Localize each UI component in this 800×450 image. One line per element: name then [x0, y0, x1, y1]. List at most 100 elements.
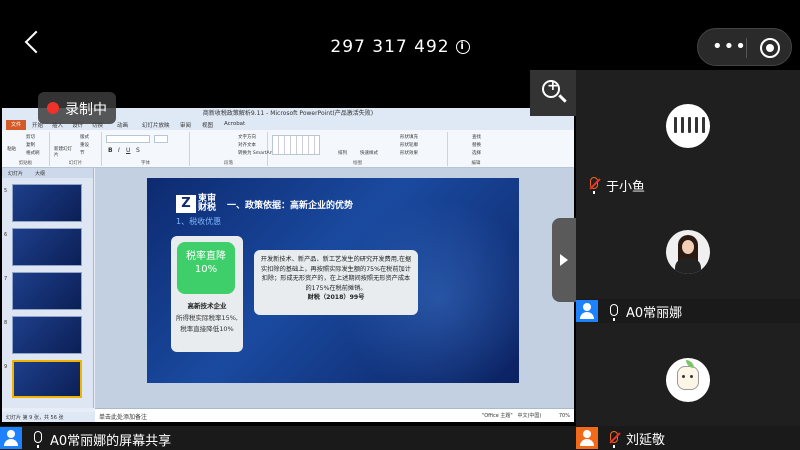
- text-direction-button[interactable]: 文字方向: [238, 134, 256, 140]
- format-painter-button[interactable]: 格式刷: [26, 150, 40, 156]
- group-label: 绘图: [353, 161, 362, 166]
- arrange-button[interactable]: 排列: [338, 150, 347, 156]
- badge-line-2: 10%: [194, 264, 218, 275]
- close-miniprogram-icon[interactable]: [760, 38, 780, 58]
- current-slide[interactable]: Z 柬审财税 一、政策依据：高新企业的优势 1、税收优惠 税率直降 10% 高新…: [147, 178, 519, 383]
- new-slide-button[interactable]: 新建幻灯片: [54, 146, 74, 158]
- tab-file[interactable]: 文件: [6, 120, 26, 130]
- shape-fill-button[interactable]: 形状填充: [400, 134, 418, 140]
- shape-effects-button[interactable]: 形状效果: [400, 150, 418, 156]
- tab-slides[interactable]: 幻灯片: [2, 168, 29, 179]
- slide-thumbnail[interactable]: [12, 228, 82, 266]
- powerpoint-window: 商新收税政策解析9.11 - Microsoft PowerPoint(产品激活…: [2, 108, 574, 422]
- collapse-panel-button[interactable]: [552, 218, 576, 302]
- participant-name: A0常丽娜: [626, 306, 683, 321]
- recording-label: 录制中: [65, 102, 107, 118]
- avatar-figure: [688, 117, 691, 133]
- quick-styles-button[interactable]: 快速样式: [360, 150, 378, 156]
- woman-photo-avatar[interactable]: [666, 230, 710, 274]
- thumbnail-number: 6: [4, 232, 8, 238]
- font-name-select[interactable]: [106, 135, 150, 143]
- tab-outline[interactable]: 大纲: [29, 168, 51, 179]
- slide-edit-area: Z 柬审财税 一、政策依据：高新企业的优势 1、税收优惠 税率直降 10% 高新…: [95, 168, 574, 408]
- slide-thumbnail[interactable]: [12, 184, 82, 222]
- shapes-gallery[interactable]: [272, 135, 320, 155]
- card-line-2: 税率直接降低10%: [180, 325, 234, 333]
- more-menu-icon[interactable]: •••: [712, 38, 747, 56]
- slide-heading: 一、政策依据：高新企业的优势: [227, 201, 354, 211]
- tab-slideshow[interactable]: 幻灯片放映: [142, 121, 170, 129]
- participant-name: 于小鱼: [606, 180, 646, 195]
- paste-button[interactable]: 粘贴: [7, 146, 16, 152]
- tab-view[interactable]: 视图: [202, 121, 213, 129]
- zoom-in-button[interactable]: +: [530, 70, 576, 116]
- status-zoom[interactable]: 70%: [559, 413, 570, 419]
- group-editing: 查找 替换 选择 编辑: [448, 132, 504, 166]
- info-icon[interactable]: i: [455, 40, 470, 54]
- tax-reduction-badge: 税率直降 10%: [177, 242, 235, 294]
- slide-thumbnail[interactable]: [12, 272, 82, 310]
- group-label: 编辑: [471, 161, 481, 166]
- thumbnail-number: 5: [4, 188, 8, 194]
- thumbnail-number: 9: [4, 364, 8, 370]
- cartoon-cat-avatar[interactable]: [666, 358, 710, 402]
- section-button[interactable]: 节: [80, 150, 85, 156]
- card-line-1: 所得税实际税率15%,: [175, 314, 238, 322]
- cat-face: [677, 366, 699, 390]
- policy-text-card: 开发新技术、新产品、新工艺发生的研究开发费用,在据实扣除的基础上，再按照实际发生…: [254, 250, 418, 315]
- slide-thumbnail-selected[interactable]: [12, 360, 82, 398]
- panel-tabs: 幻灯片 大纲: [2, 168, 93, 178]
- bold-button[interactable]: B: [108, 147, 113, 154]
- recording-indicator: 录制中: [38, 92, 116, 124]
- tab-review[interactable]: 审阅: [180, 121, 191, 129]
- group-photo-avatar[interactable]: [666, 104, 710, 148]
- user-icon: [576, 300, 598, 322]
- slide-thumbnail[interactable]: [12, 316, 82, 354]
- italic-button[interactable]: I: [118, 147, 120, 154]
- muted-microphone-icon: [590, 177, 598, 194]
- mini-program-capsule: •••: [697, 28, 792, 66]
- record-dot-icon: [47, 102, 59, 114]
- font-size-select[interactable]: [154, 135, 168, 143]
- magnifier-plus-icon: +: [542, 78, 560, 98]
- participant-name: 刘延敬: [626, 433, 666, 448]
- shape-outline-button[interactable]: 形状轮廓: [400, 142, 418, 148]
- avatar-figure: [681, 117, 684, 133]
- logo-mark-icon: Z: [176, 195, 196, 213]
- align-text-button[interactable]: 对齐文本: [238, 142, 256, 148]
- copy-button[interactable]: 复制: [26, 142, 35, 148]
- reset-button[interactable]: 重设: [80, 142, 89, 148]
- avatar-figure: [695, 117, 698, 133]
- group-clipboard: 粘贴 剪切 复制 格式刷 剪贴板: [2, 132, 50, 166]
- thumbnail-number: 8: [4, 320, 8, 326]
- logo-text: 柬审财税: [198, 194, 217, 213]
- strikethrough-button[interactable]: S: [136, 147, 140, 154]
- status-language: 中文(中国): [517, 413, 542, 419]
- meeting-id: 297 317 492: [330, 37, 450, 57]
- group-label: 幻灯片: [68, 161, 83, 166]
- user-icon: [576, 427, 598, 449]
- group-label: 段落: [224, 161, 233, 166]
- replace-button[interactable]: 替换: [472, 142, 481, 148]
- avatar-face: [682, 240, 694, 254]
- layout-button[interactable]: 版式: [80, 134, 89, 140]
- find-button[interactable]: 查找: [472, 134, 481, 140]
- participant-name-bar: A0常丽娜: [576, 299, 800, 323]
- top-bar: 297 317 492 i •••: [0, 0, 800, 70]
- group-slides: 新建幻灯片 版式 重设 节 幻灯片: [50, 132, 102, 166]
- avatar-figure: [702, 117, 705, 133]
- underline-button[interactable]: U: [126, 147, 130, 154]
- tab-acrobat[interactable]: Acrobat: [224, 121, 245, 127]
- tab-animations[interactable]: 动画: [117, 121, 128, 129]
- group-drawing: 排列 快速样式 形状填充 形状轮廓 形状效果 绘图: [268, 132, 448, 166]
- select-button[interactable]: 选择: [472, 150, 481, 156]
- screen-share-label: A0常丽娜的屏幕共享: [50, 434, 172, 449]
- participants-panel: 于小鱼 A0常丽娜 刘延敬: [576, 70, 800, 450]
- badge-line-1: 税率直降: [186, 251, 226, 262]
- slide-subheading: 1、税收优惠: [176, 217, 222, 226]
- magnifier-handle: [558, 94, 567, 103]
- cut-button[interactable]: 剪切: [26, 134, 35, 140]
- muted-microphone-icon: [610, 431, 618, 448]
- group-font: B I U S 字体: [102, 132, 190, 166]
- ribbon: 粘贴 剪切 复制 格式刷 剪贴板 新建幻灯片 版式 重设 节 幻灯片 B I U…: [2, 130, 574, 168]
